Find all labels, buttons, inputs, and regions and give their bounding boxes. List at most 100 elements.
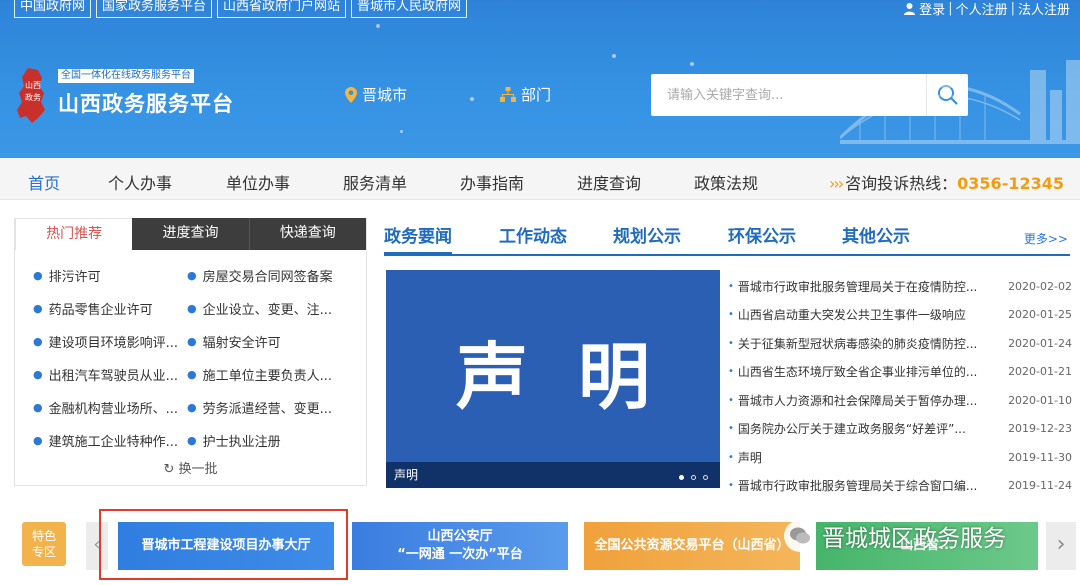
main-nav: 首页 个人办事 单位办事 服务清单 办事指南 进度查询 政策法规 ››› 咨询投诉… [0,158,1080,200]
divider: | [948,1,953,16]
banner-public-resource-trading[interactable]: 全国公共资源交易平台（山西省） [584,522,800,570]
bullet-icon: ● [187,400,197,414]
hotline: ››› 咨询投诉热线：0356-12345 [829,170,1064,194]
tab-hot-recommend[interactable]: 热门推荐 [15,218,133,250]
toplink-jincheng-gov[interactable]: 晋城市人民政府网 [351,0,468,18]
list-item[interactable]: ● 出租汽车驾驶员从业... [33,363,187,385]
list-item[interactable]: ● 辐射安全许可 [187,330,347,352]
list-item[interactable]: ● 建筑施工企业特种作... [33,429,187,451]
nav-progress-query[interactable]: 进度查询 [577,170,641,194]
list-item[interactable]: ● 建设项目环境影响评... [33,330,187,352]
tab-express-query[interactable]: 快递查询 [249,218,366,250]
nav-corporate-affairs[interactable]: 单位办事 [226,170,290,194]
bullet-icon: • [728,480,734,492]
toplink-china-gov[interactable]: 中国政府网 [14,0,92,18]
user-icon [904,3,916,15]
bullet-icon: ● [33,433,43,447]
slide-caption: 声明 [386,462,720,488]
wechat-watermark: 晋城城区政务服务 [784,519,1006,553]
news-item[interactable]: • 晋城市人力资源和社会保障局关于暂停办理... 2020-01-10 [728,386,1072,415]
location-selector[interactable]: 晋城市 [345,84,407,105]
nav-policy[interactable]: 政策法规 [694,170,758,194]
list-item[interactable]: ● 护士执业注册 [187,429,347,451]
bullet-icon: ● [187,433,197,447]
list-item[interactable]: ● 金融机构营业场所、... [33,396,187,418]
location-label: 晋城市 [362,86,408,104]
slide-dot[interactable] [679,475,684,480]
tab-environment-notice[interactable]: 环保公示 [728,222,796,247]
header-banner: 中国政府网 国家政务服务平台 山西省政府门户网站 晋城市人民政府网 登录 | 个… [0,0,1080,158]
toplink-national-service[interactable]: 国家政务服务平台 [96,0,213,18]
decor-dot [400,130,403,133]
more-link[interactable]: 更多>> [1024,230,1068,247]
logo-tagline: 全国一体化在线政务服务平台 [58,69,194,83]
carousel-next-button[interactable]: › [1046,522,1076,570]
bullet-icon: ● [33,301,43,315]
chevron-right-icon: ››› [828,174,844,193]
nav-home[interactable]: 首页 [28,170,60,194]
slide-dot[interactable] [691,475,696,480]
tab-other-notice[interactable]: 其他公示 [842,222,910,247]
tab-progress-query[interactable]: 进度查询 [132,218,250,250]
bullet-icon: • [728,451,734,463]
decor-dot [690,62,694,66]
slide-dot[interactable] [703,475,708,480]
bullet-icon: ● [187,268,197,282]
nav-service-guide[interactable]: 办事指南 [460,170,524,194]
bullet-icon: • [728,280,734,292]
wechat-icon [784,520,816,552]
list-item[interactable]: ● 药品零售企业许可 [33,297,187,319]
highlight-box [99,509,348,580]
list-item[interactable]: ● 房屋交易合同网签备案 [187,264,347,286]
tab-work-updates[interactable]: 工作动态 [499,222,567,247]
news-item[interactable]: • 山西省启动重大突发公共卫生事件一级响应 2020-01-25 [728,301,1072,330]
account-links: 登录 | 个人注册 | 法人注册 [903,0,1070,18]
news-item[interactable]: • 国务院办公厅关于建立政务服务“好差评”... 2019-12-23 [728,415,1072,444]
bullet-icon: ● [187,301,197,315]
news-item[interactable]: • 山西省生态环境厅致全省企事业排污单位的... 2020-01-21 [728,358,1072,387]
login-link[interactable]: 登录 [919,0,945,18]
news-item[interactable]: • 声明 2019-11-30 [728,443,1072,472]
slide-headline: 声明 [455,335,700,419]
toplink-shanxi-gov[interactable]: 山西省政府门户网站 [217,0,347,18]
news-item[interactable]: • 晋城市行政审批服务管理局关于综合窗口编... 2019-11-24 [728,472,1072,501]
bullet-icon: ● [33,400,43,414]
shanxi-map-logo-icon: 山西 政务 [17,68,45,123]
news-list: • 晋城市行政审批服务管理局关于在疫情防控... 2020-02-02 • 山西省启动… [728,272,1072,500]
refresh-icon: ↻ [163,462,175,477]
banner-public-security[interactable]: 山西公安厅 “一网通 一次办”平台 [352,522,568,570]
slide-dots [679,475,708,480]
corp-register-link[interactable]: 法人注册 [1018,0,1070,18]
svg-text:政务: 政务 [25,92,41,102]
news-tabs: 政务要闻 工作动态 规划公示 环保公示 其他公示 更多>> [384,222,1070,256]
list-item[interactable]: ● 排污许可 [33,264,187,286]
top-links: 中国政府网 国家政务服务平台 山西省政府门户网站 晋城市人民政府网 [14,0,468,18]
refresh-button[interactable]: ↻ 换一批 [15,458,366,477]
bridge-skyline-decoration [840,60,1080,144]
nav-service-list[interactable]: 服务清单 [343,170,407,194]
bullet-icon: • [728,366,734,378]
location-pin-icon [345,86,357,103]
list-item[interactable]: ● 劳务派遣经营、变更... [187,396,347,418]
watermark-text: 晋城城区政务服务 [822,526,1006,552]
tab-planning-notice[interactable]: 规划公示 [613,222,681,247]
tab-government-news[interactable]: 政务要闻 [384,222,452,255]
list-item[interactable]: ● 施工单位主要负责人... [187,363,347,385]
hotline-label: 咨询投诉热线： [845,174,958,193]
news-item[interactable]: • 晋城市行政审批服务管理局关于在疫情防控... 2020-02-02 [728,272,1072,301]
bullet-icon: • [728,337,734,349]
svg-text:山西: 山西 [25,80,41,90]
divider: | [1010,1,1015,16]
department-selector[interactable]: 部门 [500,84,551,105]
personal-register-link[interactable]: 个人注册 [956,0,1008,18]
list-item[interactable]: ● 企业设立、变更、注... [187,297,347,319]
nav-personal-affairs[interactable]: 个人办事 [108,170,172,194]
news-slideshow[interactable]: 声明 声明 [386,270,720,488]
logo-title[interactable]: 山西政务服务平台 [58,88,234,118]
bullet-icon: ● [33,334,43,348]
bullet-icon: ● [187,367,197,381]
news-item[interactable]: • 关于征集新型冠状病毒感染的肺炎疫情防控... 2020-01-24 [728,329,1072,358]
bullet-icon: ● [33,367,43,381]
decor-dot [376,24,380,28]
panel-tabs: 热门推荐 进度查询 快递查询 [15,218,366,250]
